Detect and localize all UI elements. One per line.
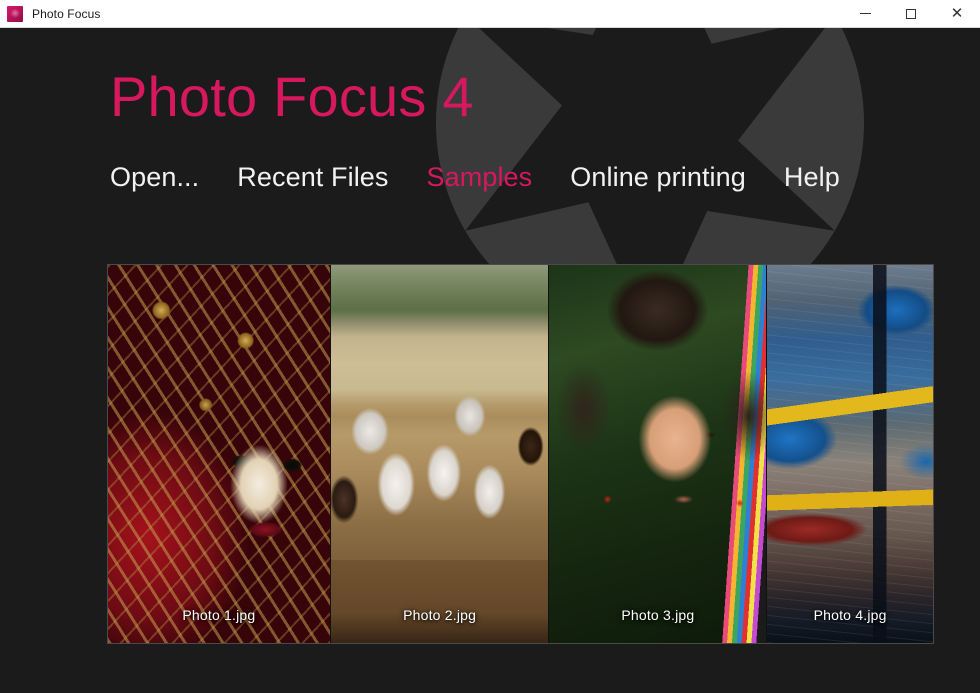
- nav-item-help[interactable]: Help: [784, 162, 840, 193]
- maximize-button[interactable]: [888, 0, 934, 28]
- main-nav: Open... Recent Files Samples Online prin…: [110, 162, 840, 193]
- samples-gallery: Photo 1.jpg Photo 2.jpg Photo 3.jpg Phot…: [107, 264, 934, 644]
- thumbnail-item[interactable]: Photo 3.jpg: [549, 265, 768, 643]
- girl-portrait-photo: [549, 265, 767, 643]
- minimize-button[interactable]: [842, 0, 888, 28]
- nav-item-samples[interactable]: Samples: [427, 162, 533, 193]
- thumbnail-item[interactable]: Photo 4.jpg: [767, 265, 933, 643]
- nav-item-online-printing[interactable]: Online printing: [570, 162, 746, 193]
- window-title: Photo Focus: [32, 6, 101, 21]
- nav-item-open[interactable]: Open...: [110, 162, 199, 193]
- thumbnail-item[interactable]: Photo 1.jpg: [108, 265, 331, 643]
- nav-item-recent-files[interactable]: Recent Files: [237, 162, 388, 193]
- maximize-icon: [906, 8, 916, 19]
- venetian-mask-photo: [108, 265, 330, 643]
- app-logo-icon: [7, 5, 23, 22]
- white-horses-photo: [330, 265, 549, 643]
- window-controls: ✕: [842, 0, 980, 28]
- close-icon: ✕: [950, 5, 964, 22]
- minimize-icon: [859, 13, 871, 14]
- fishing-boats-photo: [767, 265, 933, 643]
- start-screen: Photo Focus 4 Open... Recent Files Sampl…: [0, 28, 980, 693]
- page-title: Photo Focus 4: [110, 65, 474, 128]
- window-titlebar: Photo Focus ✕: [0, 0, 980, 28]
- thumbnail-item[interactable]: Photo 2.jpg: [330, 265, 550, 643]
- close-button[interactable]: ✕: [934, 0, 980, 28]
